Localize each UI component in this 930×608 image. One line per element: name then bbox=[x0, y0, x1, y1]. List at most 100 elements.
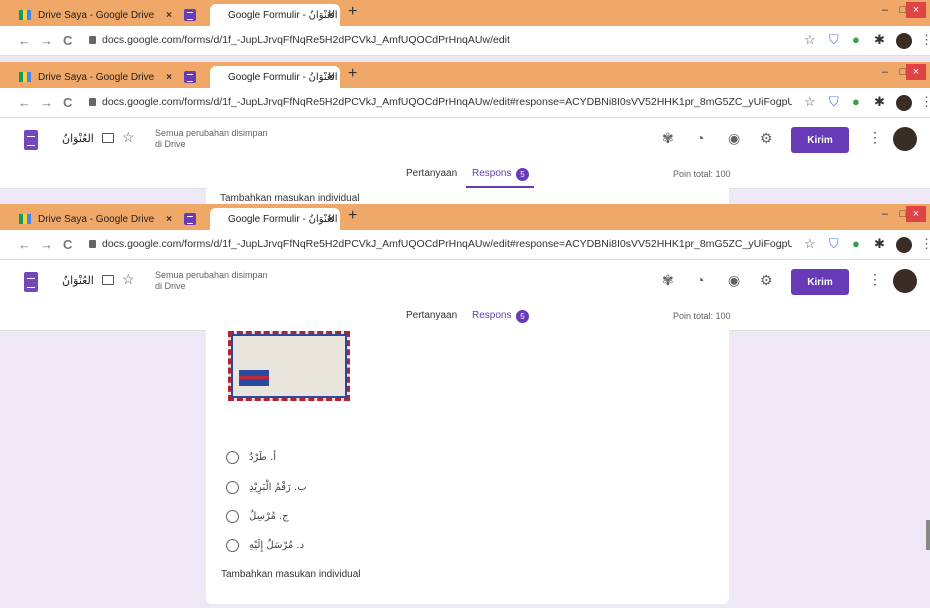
settings-gear-icon[interactable]: ⚙ bbox=[760, 272, 773, 289]
forward-button[interactable]: → bbox=[40, 33, 53, 48]
leaf-extension-icon[interactable]: ● bbox=[852, 94, 860, 109]
settings-gear-icon[interactable]: ⚙ bbox=[760, 130, 773, 147]
account-avatar[interactable] bbox=[893, 269, 917, 293]
browser-menu-icon[interactable]: ⋮ bbox=[920, 32, 930, 48]
profile-avatar[interactable] bbox=[896, 237, 912, 253]
tab-close-icon[interactable]: × bbox=[328, 214, 334, 225]
option-row[interactable]: ب. رَقْمُ الْبَرِيْدِ bbox=[226, 479, 307, 495]
preview-eye-icon[interactable]: ◉ bbox=[728, 130, 740, 147]
star-icon[interactable]: ☆ bbox=[122, 129, 135, 146]
save-status-line1: Semua perubahan disimpan bbox=[155, 128, 268, 138]
tab-bar: Drive Saya - Google Drive × Google Formu… bbox=[0, 0, 930, 26]
tab-close-icon[interactable]: × bbox=[166, 214, 172, 225]
profile-avatar[interactable] bbox=[896, 33, 912, 49]
addons-icon[interactable]: ✾ bbox=[662, 130, 674, 147]
back-button[interactable]: ← bbox=[18, 237, 31, 252]
extensions-puzzle-icon[interactable]: ✱ bbox=[874, 236, 885, 252]
form-tabs: Pertanyaan Respons 5 Poin total: 100 bbox=[0, 163, 930, 189]
option-row[interactable]: ج. مُرْسِلٌ bbox=[226, 508, 289, 524]
address-bar: ← → C docs.google.com/forms/d/1f_-JupLJr… bbox=[0, 230, 930, 260]
folder-icon[interactable] bbox=[102, 275, 114, 285]
google-forms-logo-icon[interactable] bbox=[24, 130, 38, 150]
more-options-icon[interactable]: ⋮ bbox=[868, 271, 882, 288]
browser-menu-icon[interactable]: ⋮ bbox=[920, 94, 930, 110]
send-button[interactable]: Kirim bbox=[791, 269, 849, 295]
option-row[interactable]: أ. طَرْدٌ bbox=[226, 449, 276, 465]
tab-close-icon[interactable]: × bbox=[166, 10, 172, 21]
tab-close-icon[interactable]: × bbox=[328, 72, 334, 83]
tab-title: Google Formulir - العُنْوَانُ bbox=[228, 9, 338, 21]
leaf-extension-icon[interactable]: ● bbox=[852, 236, 860, 251]
tab-drive[interactable]: Drive Saya - Google Drive × bbox=[15, 4, 178, 26]
close-window-button[interactable]: × bbox=[906, 64, 926, 80]
shield-extension-icon[interactable]: ⛉ bbox=[829, 94, 839, 110]
bookmark-star-icon[interactable]: ☆ bbox=[804, 32, 816, 48]
radio-button[interactable] bbox=[226, 509, 239, 523]
folder-icon[interactable] bbox=[102, 133, 114, 143]
tab-forms[interactable]: Google Formulir - العُنْوَانُ × bbox=[210, 208, 340, 230]
tab-close-icon[interactable]: × bbox=[166, 72, 172, 83]
extensions-puzzle-icon[interactable]: ✱ bbox=[874, 94, 885, 110]
tab-close-icon[interactable]: × bbox=[328, 10, 334, 21]
google-drive-icon bbox=[19, 72, 31, 82]
tab-responses[interactable]: Respons bbox=[472, 168, 511, 179]
url-field[interactable]: docs.google.com/forms/d/1f_-JupLJrvqFfNq… bbox=[102, 96, 792, 108]
palette-icon[interactable]: ◔ bbox=[696, 130, 704, 146]
new-tab-button[interactable]: + bbox=[348, 3, 357, 21]
tab-drive[interactable]: Drive Saya - Google Drive × bbox=[15, 66, 178, 88]
url-field[interactable]: docs.google.com/forms/d/1f_-JupLJrvqFfNq… bbox=[102, 34, 792, 46]
google-forms-logo-icon[interactable] bbox=[24, 272, 38, 292]
more-options-icon[interactable]: ⋮ bbox=[868, 129, 882, 146]
profile-avatar[interactable] bbox=[896, 95, 912, 111]
close-window-button[interactable]: × bbox=[906, 206, 926, 222]
radio-button[interactable] bbox=[226, 538, 239, 552]
minimize-button[interactable]: – bbox=[876, 62, 894, 82]
option-label: ب. رَقْمُ الْبَرِيْدِ bbox=[249, 481, 307, 493]
bookmark-star-icon[interactable]: ☆ bbox=[804, 94, 816, 110]
tab-responses[interactable]: Respons bbox=[472, 310, 511, 321]
minimize-button[interactable]: – bbox=[876, 204, 894, 224]
tab-forms[interactable]: Google Formulir - العُنْوَانُ × bbox=[210, 66, 340, 88]
leaf-extension-icon[interactable]: ● bbox=[852, 32, 860, 47]
add-individual-feedback-link[interactable]: Tambahkan masukan individual bbox=[220, 193, 360, 204]
browser-menu-icon[interactable]: ⋮ bbox=[920, 236, 930, 252]
tab-title: Drive Saya - Google Drive bbox=[38, 9, 155, 21]
tab-forms[interactable]: Google Formulir - العُنْوَانُ × bbox=[210, 4, 340, 26]
reload-button[interactable]: C bbox=[63, 237, 72, 252]
form-title[interactable]: العُنْوَانُ bbox=[62, 274, 94, 287]
bookmark-star-icon[interactable]: ☆ bbox=[804, 236, 816, 252]
back-button[interactable]: ← bbox=[18, 95, 31, 110]
close-window-button[interactable]: × bbox=[906, 2, 926, 18]
form-title[interactable]: العُنْوَانُ bbox=[62, 132, 94, 145]
extensions-puzzle-icon[interactable]: ✱ bbox=[874, 32, 885, 48]
addons-icon[interactable]: ✾ bbox=[662, 272, 674, 289]
preview-eye-icon[interactable]: ◉ bbox=[728, 272, 740, 289]
account-avatar[interactable] bbox=[893, 127, 917, 151]
send-button[interactable]: Kirim bbox=[791, 127, 849, 153]
reload-button[interactable]: C bbox=[63, 95, 72, 110]
star-icon[interactable]: ☆ bbox=[122, 271, 135, 288]
minimize-button[interactable]: – bbox=[876, 0, 894, 20]
palette-icon[interactable]: ◔ bbox=[696, 272, 704, 288]
shield-extension-icon[interactable]: ⛉ bbox=[829, 236, 839, 252]
reload-button[interactable]: C bbox=[63, 33, 72, 48]
add-individual-feedback-link[interactable]: Tambahkan masukan individual bbox=[221, 569, 361, 580]
new-tab-button[interactable]: + bbox=[348, 65, 357, 83]
lock-icon bbox=[89, 98, 96, 106]
shield-extension-icon[interactable]: ⛉ bbox=[829, 32, 839, 48]
option-row[interactable]: د. مُرْسَلٌ إِلَيْهِ bbox=[226, 537, 304, 553]
page-scrollbar[interactable] bbox=[926, 520, 930, 550]
radio-button[interactable] bbox=[226, 480, 239, 494]
forward-button[interactable]: → bbox=[40, 95, 53, 110]
google-forms-icon bbox=[184, 71, 196, 83]
url-field[interactable]: docs.google.com/forms/d/1f_-JupLJrvqFfNq… bbox=[102, 238, 792, 250]
radio-button[interactable] bbox=[226, 450, 239, 464]
back-button[interactable]: ← bbox=[18, 33, 31, 48]
tab-drive[interactable]: Drive Saya - Google Drive × bbox=[15, 208, 178, 230]
new-tab-button[interactable]: + bbox=[348, 207, 357, 225]
response-count-badge: 5 bbox=[516, 168, 529, 181]
tab-questions[interactable]: Pertanyaan bbox=[406, 310, 457, 321]
forward-button[interactable]: → bbox=[40, 237, 53, 252]
tab-title: Google Formulir - العُنْوَانُ bbox=[228, 71, 338, 83]
tab-questions[interactable]: Pertanyaan bbox=[406, 168, 457, 179]
